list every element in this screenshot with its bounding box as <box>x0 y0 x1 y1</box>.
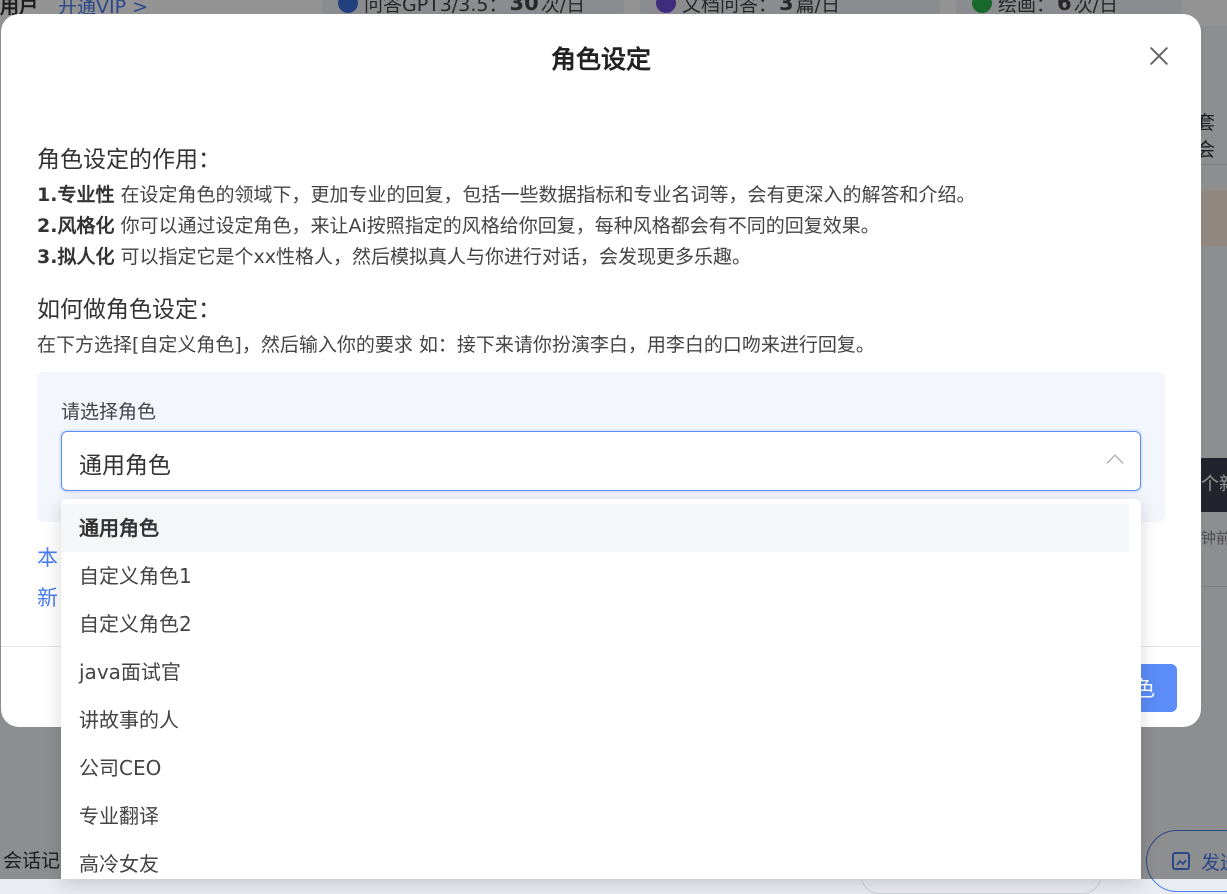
close-icon[interactable] <box>1145 42 1173 70</box>
select-label: 请选择角色 <box>61 397 156 424</box>
dropdown-option[interactable]: 公司CEO <box>61 744 1129 792</box>
dialog-title: 角色设定 <box>1 40 1201 76</box>
role-dropdown: 通用角色 自定义角色1 自定义角色2 java面试官 讲故事的人 公司CEO 专… <box>61 499 1141 879</box>
section-howto-title: 如何做角色设定： <box>37 290 221 324</box>
dropdown-option[interactable]: 专业翻译 <box>61 792 1129 840</box>
point-style: 2.风格化 你可以通过设定角色，来让Ai按照指定的风格给你回复，每种风格都会有不… <box>37 211 880 238</box>
link-text-1[interactable]: 本 <box>37 542 58 572</box>
dropdown-option[interactable]: 通用角色 <box>61 504 1129 552</box>
dropdown-option[interactable]: 高冷女友 <box>61 840 1129 879</box>
dropdown-option[interactable]: 讲故事的人 <box>61 696 1129 744</box>
role-select[interactable]: 通用角色 <box>61 431 1141 491</box>
dropdown-option[interactable]: java面试官 <box>61 648 1129 696</box>
point-professional: 1.专业性 在设定角色的领域下，更加专业的回复，包括一些数据指标和专业名词等，会… <box>37 180 976 207</box>
point-personify: 3.拟人化 可以指定它是个xx性格人，然后模拟真人与你进行对话，会发现更多乐趣。 <box>37 242 751 269</box>
dropdown-option[interactable]: 自定义角色1 <box>61 552 1129 600</box>
select-value: 通用角色 <box>79 446 171 480</box>
chevron-up-icon <box>1107 455 1124 472</box>
dropdown-option[interactable]: 自定义角色2 <box>61 600 1129 648</box>
howto-text: 在下方选择[自定义角色]，然后输入你的要求 如：接下来请你扮演李白，用李白的口吻… <box>37 330 875 357</box>
link-text-2[interactable]: 新 <box>37 582 58 612</box>
section-purpose-title: 角色设定的作用： <box>37 140 221 174</box>
